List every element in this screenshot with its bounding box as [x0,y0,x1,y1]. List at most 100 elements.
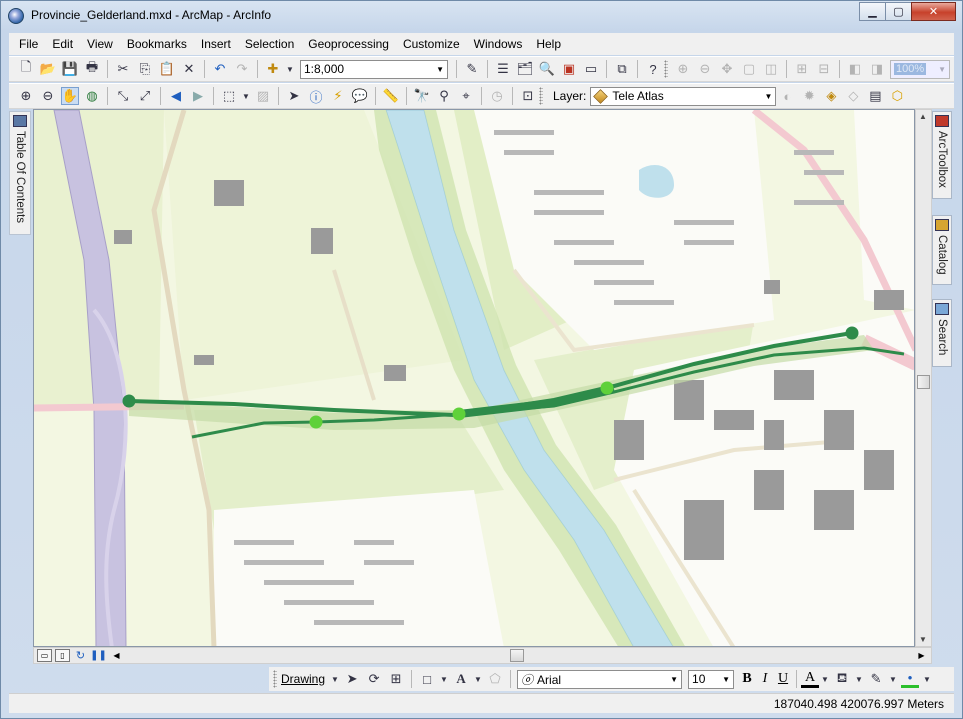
dropdown-arrow-icon[interactable]: ▼ [923,670,931,688]
paste-icon[interactable]: 📋 [158,60,176,78]
menu-file[interactable]: File [19,37,38,51]
map-scale-combobox[interactable]: 1:8,000 ▼ [300,59,448,79]
dropdown-arrow-icon[interactable]: ▼ [821,670,829,688]
drawing-menu[interactable]: Drawing [281,672,325,686]
swipe-icon[interactable]: ◇ [844,87,862,105]
redo-icon[interactable]: ↷ [233,60,251,78]
fixed-zoom-out-icon[interactable]: ⊟ [815,60,833,78]
brightness-icon[interactable]: ✹ [800,87,818,105]
search-tab[interactable]: Search [932,299,952,367]
next-extent-icon[interactable]: ◨ [868,60,886,78]
minimize-button[interactable]: ▁ [859,2,886,21]
horizontal-scroll-thumb[interactable] [510,649,524,662]
route-event-point[interactable] [309,415,323,429]
zoom-to-selected-elements-icon[interactable]: ⊞ [387,670,405,688]
toolbar-grip[interactable] [539,87,543,105]
effects-icon[interactable]: ▤ [866,87,884,105]
select-features-icon[interactable]: ⬚ [220,87,238,105]
bold-button[interactable]: B [738,671,756,687]
cut-icon[interactable]: ✂ [114,60,132,78]
copy-icon[interactable]: ⎘ [136,60,154,78]
hyperlink-lightning-icon[interactable]: ⚡ [329,87,347,105]
fixed-zoom-in-icon[interactable]: ⊞ [793,60,811,78]
map-display[interactable] [33,109,915,647]
italic-button[interactable]: I [756,671,774,687]
dropdown-arrow-icon[interactable]: ▼ [474,670,482,688]
pan-hand-icon[interactable]: ✋ [61,87,79,105]
menu-geoprocessing[interactable]: Geoprocessing [308,37,389,51]
arctoolbox-icon[interactable]: ▣ [560,60,578,78]
layout-zoom-out-icon[interactable]: ⊖ [696,60,714,78]
zoom-in-icon[interactable]: ⊕ [17,87,35,105]
flicker-icon[interactable]: ⬡ [888,87,906,105]
map-canvas[interactable] [34,110,915,647]
html-popup-icon[interactable]: 💬 [351,87,369,105]
whats-this-help-icon[interactable]: ? [644,60,662,78]
marker-color-icon[interactable]: • [901,670,920,688]
dropdown-arrow-icon[interactable]: ▼ [286,60,294,78]
save-icon[interactable]: 💾 [61,60,79,78]
layer-combobox[interactable]: Tele Atlas ▼ [590,86,777,106]
select-elements-arrow-icon[interactable]: ➤ [343,670,361,688]
arctoolbox-tab[interactable]: ArcToolbox [932,111,952,199]
rotate-icon[interactable]: ⟳ [365,670,383,688]
scroll-right-arrow-icon[interactable]: ▶ [914,649,929,662]
menu-help[interactable]: Help [536,37,561,51]
transparency-icon[interactable]: ◈ [822,87,840,105]
layout-zoom-in-icon[interactable]: ⊕ [674,60,692,78]
underline-button[interactable]: U [774,671,792,687]
fixed-zoom-in-icon[interactable]: ⤡ [114,87,132,105]
create-viewer-window-icon[interactable]: ⊡ [519,87,537,105]
fill-color-icon[interactable]: ⛾ [833,670,851,688]
table-of-contents-tab[interactable]: Table Of Contents [9,111,31,235]
full-extent-globe-icon[interactable]: ◍ [83,87,101,105]
data-view-icon[interactable]: ▭ [37,649,52,662]
menu-insert[interactable]: Insert [201,37,231,51]
scroll-left-arrow-icon[interactable]: ◀ [109,649,124,662]
zoom-100-icon[interactable]: ◫ [762,60,780,78]
dropdown-arrow-icon[interactable]: ▼ [331,670,339,688]
dropdown-arrow-icon[interactable]: ▼ [889,670,897,688]
go-to-xy-icon[interactable]: ⌖ [457,87,475,105]
zoom-percent-combobox[interactable]: 100% ▼ [890,59,950,79]
identify-icon[interactable]: ⓘ [307,87,325,105]
menu-selection[interactable]: Selection [245,37,294,51]
font-combobox[interactable]: ⓞ Arial ▼ [517,669,683,689]
menu-customize[interactable]: Customize [403,37,460,51]
new-document-icon[interactable]: 🗋 [17,59,35,78]
toolbar-grip[interactable] [273,670,277,688]
clear-selection-icon[interactable]: ▨ [254,87,272,105]
rectangle-icon[interactable]: □ [418,670,436,688]
catalog-window-icon[interactable]: 🗂 [516,60,534,78]
refresh-icon[interactable]: ↻ [73,649,88,662]
route-event-point[interactable] [600,381,614,395]
table-of-contents-icon[interactable]: ☰ [494,60,512,78]
catalog-tab[interactable]: Catalog [932,215,952,285]
dropdown-arrow-icon[interactable]: ▼ [855,670,863,688]
dropdown-arrow-icon[interactable]: ▼ [440,670,448,688]
edit-vertices-icon[interactable]: ⬠ [486,670,504,688]
python-window-icon[interactable]: ▭ [582,60,600,78]
dropdown-arrow-icon[interactable]: ▼ [242,87,250,105]
route-end-point[interactable] [845,326,859,340]
layout-view-icon[interactable]: ▯ [55,649,70,662]
add-data-icon[interactable]: ✚ [264,60,282,78]
route-start-point[interactable] [122,394,136,408]
print-icon[interactable]: 🖶 [83,59,101,78]
line-color-icon[interactable]: ✎ [867,670,885,688]
font-color-button[interactable]: A [801,670,820,688]
close-button[interactable]: ✕ [911,2,956,21]
zoom-out-icon[interactable]: ⊖ [39,87,57,105]
editor-toolbar-icon[interactable]: ✎ [463,60,481,78]
scroll-up-arrow-icon[interactable]: ▲ [919,112,927,121]
fixed-zoom-out-icon[interactable]: ⤢ [136,87,154,105]
open-folder-icon[interactable]: 📂 [39,60,57,78]
vertical-scroll-thumb[interactable] [917,375,930,389]
undo-icon[interactable]: ↶ [211,60,229,78]
search-window-icon[interactable]: 🔍 [538,60,556,78]
scroll-down-arrow-icon[interactable]: ▼ [919,635,927,644]
contrast-icon[interactable]: ◐ [778,87,796,105]
find-binoculars-icon[interactable]: 🔭 [413,87,431,105]
delete-icon[interactable]: ✕ [180,60,198,78]
menu-edit[interactable]: Edit [52,37,73,51]
